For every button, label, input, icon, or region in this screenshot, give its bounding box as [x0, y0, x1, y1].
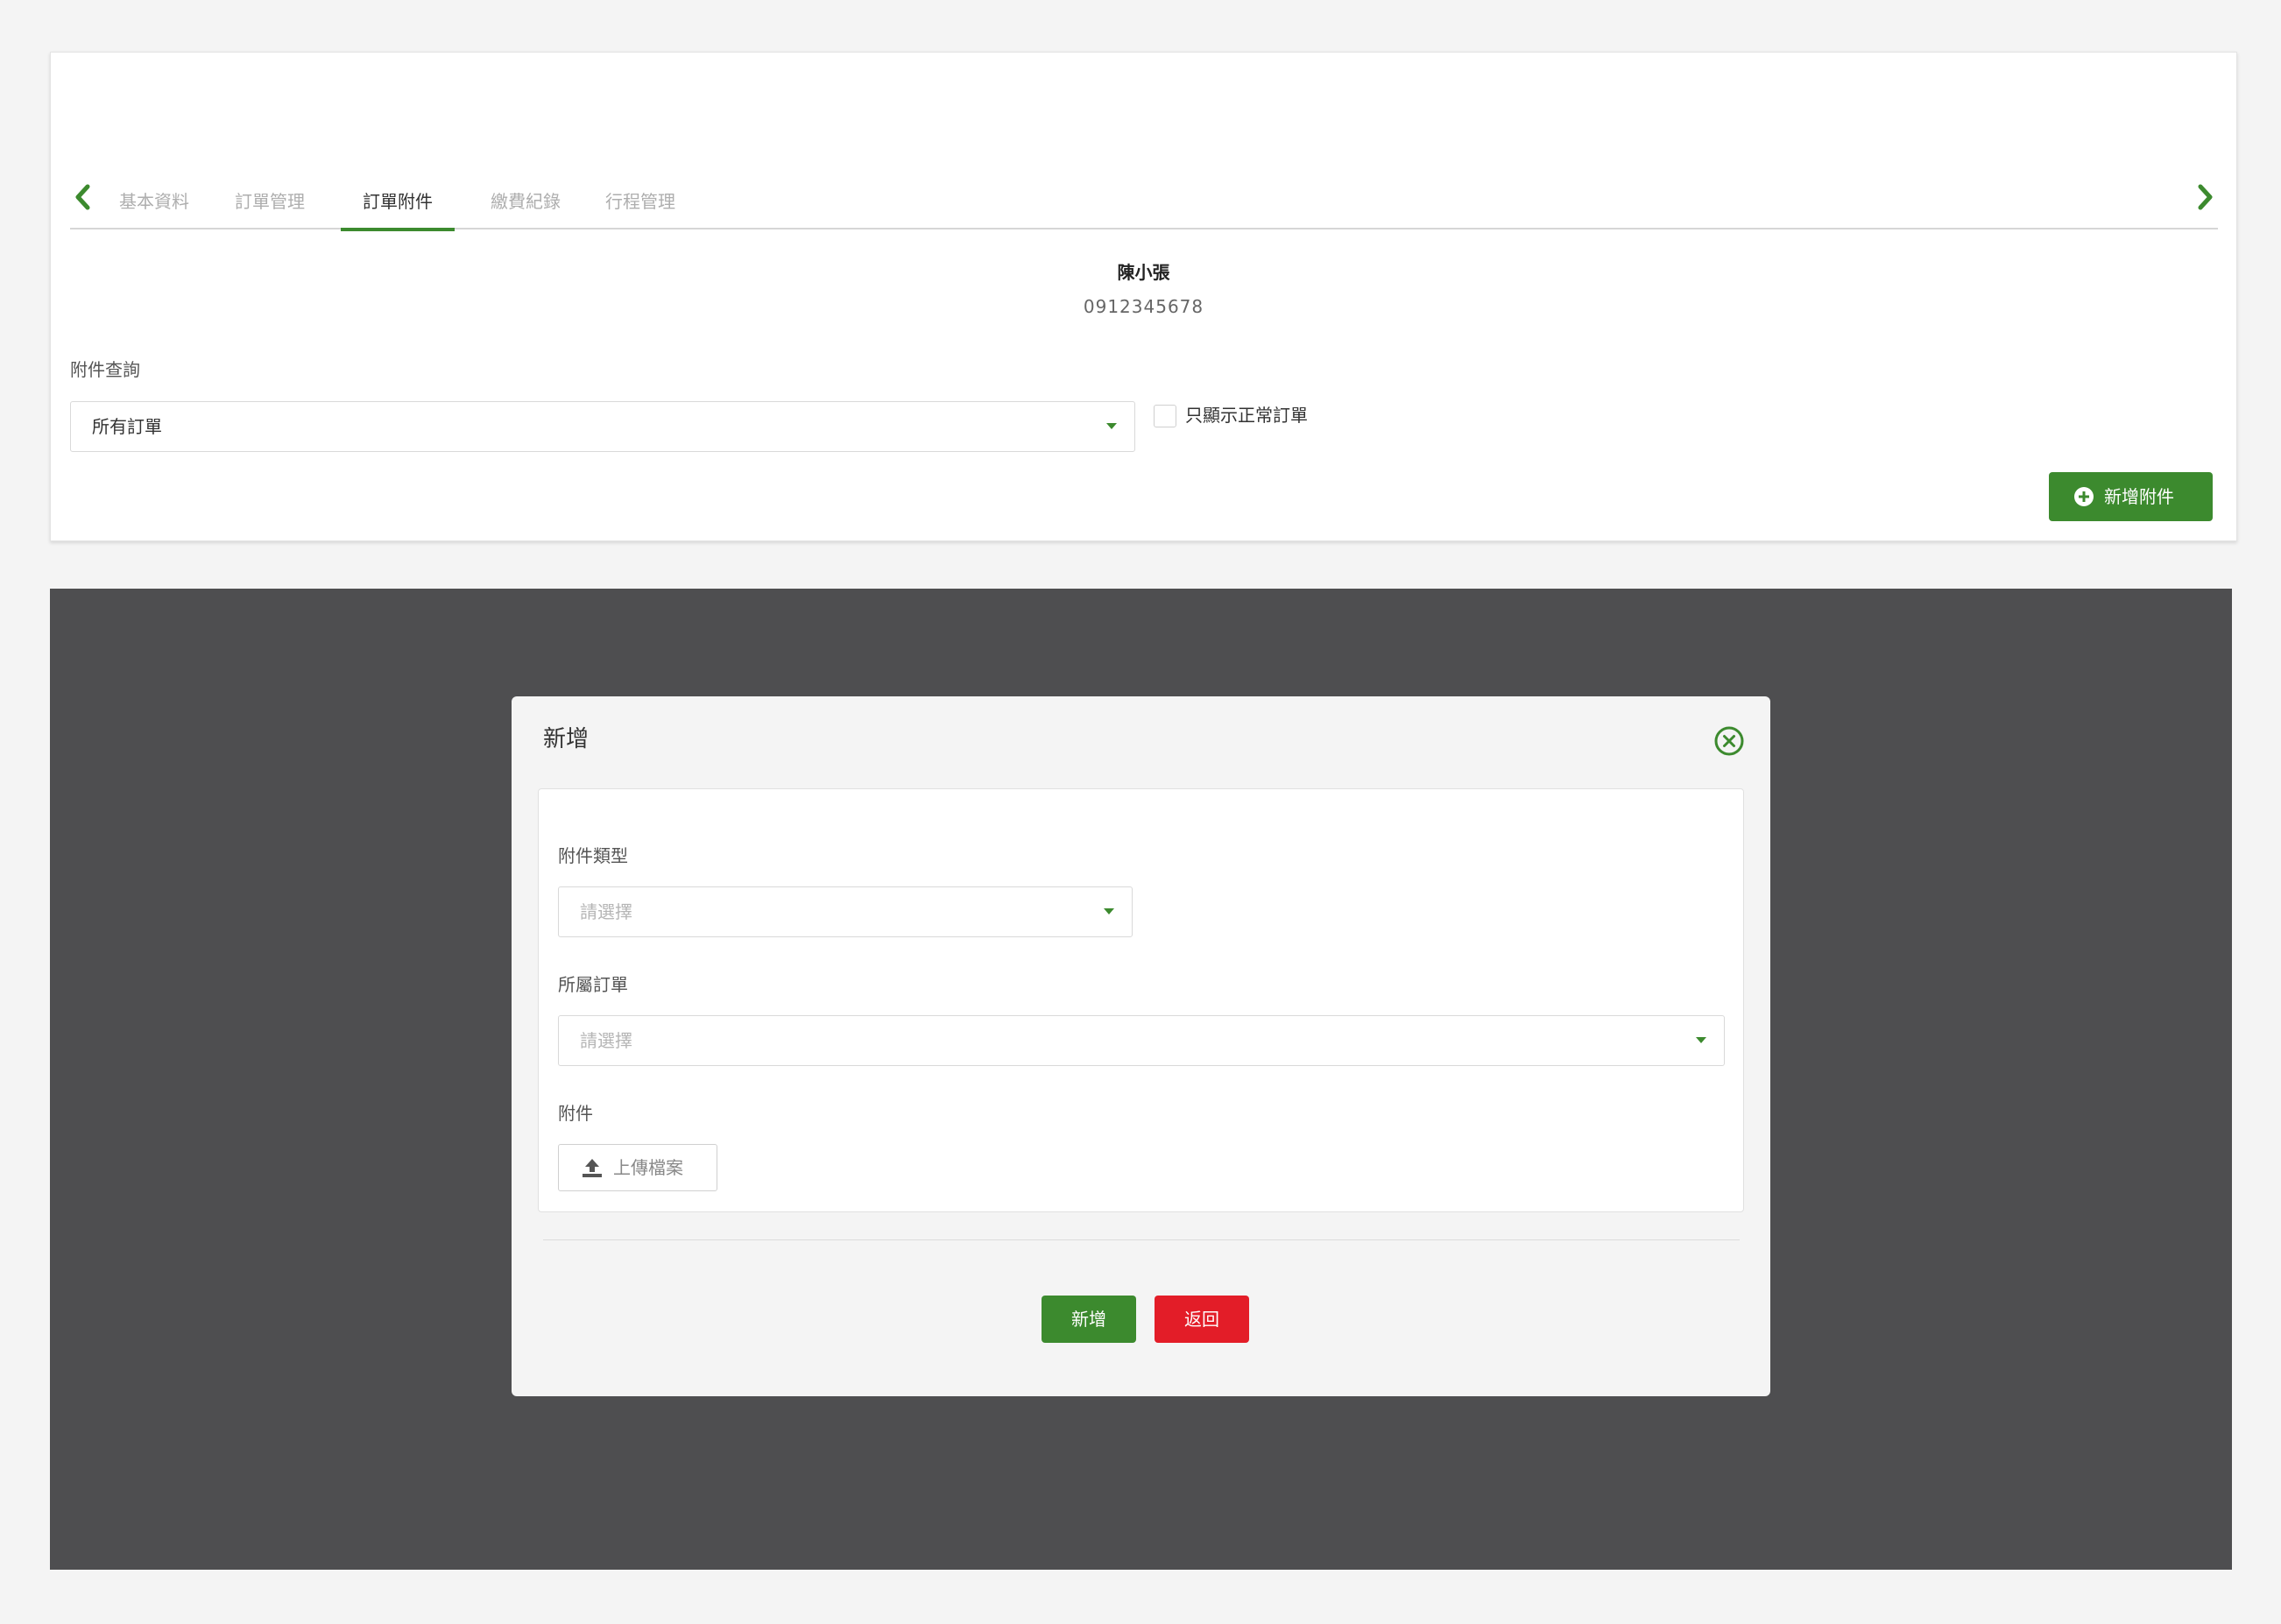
related-order-label: 所屬訂單 — [558, 974, 628, 995]
order-filter-value: 所有訂單 — [92, 416, 162, 437]
attachment-query-label: 附件查詢 — [70, 359, 140, 380]
upload-icon — [583, 1159, 602, 1177]
normal-orders-only-label: 只顯示正常訂單 — [1185, 405, 1308, 426]
caret-down-icon — [1106, 423, 1117, 429]
tab-order-attachments[interactable]: 訂單附件 — [341, 166, 455, 231]
related-order-placeholder: 請選擇 — [580, 1030, 632, 1051]
caret-down-icon — [1696, 1037, 1706, 1043]
upload-file-label: 上傳檔案 — [613, 1157, 683, 1178]
add-attachment-button[interactable]: 新增附件 — [2049, 472, 2213, 521]
attachment-type-label: 附件類型 — [558, 845, 628, 866]
caret-down-icon — [1104, 908, 1114, 914]
modal-divider — [543, 1239, 1740, 1240]
customer-phone: 0912345678 — [1083, 296, 1204, 317]
close-icon[interactable] — [1713, 725, 1745, 757]
tab-order-management[interactable]: 訂單管理 — [228, 166, 312, 229]
modal-form: 附件類型 請選擇 所屬訂單 請選擇 附件 上傳檔案 — [538, 788, 1744, 1212]
attachment-type-placeholder: 請選擇 — [580, 901, 632, 922]
attachment-label: 附件 — [558, 1103, 593, 1124]
tab-basic-info[interactable]: 基本資料 — [112, 166, 196, 229]
related-order-select[interactable]: 請選擇 — [558, 1015, 1725, 1066]
customer-name: 陳小張 — [1117, 262, 1170, 283]
plus-circle-icon — [2074, 487, 2094, 506]
tab-itinerary-management[interactable]: 行程管理 — [598, 166, 682, 229]
modal-title: 新增 — [543, 726, 590, 752]
add-attachment-modal: 新增 附件類型 請選擇 所屬訂單 請選擇 附件 上傳檔案 新增 返回 — [512, 696, 1770, 1396]
tab-scroll-right-button[interactable] — [2192, 182, 2218, 212]
upload-file-button[interactable]: 上傳檔案 — [558, 1144, 717, 1191]
attachment-type-select[interactable]: 請選擇 — [558, 886, 1133, 937]
normal-orders-only-checkbox[interactable] — [1154, 405, 1176, 427]
chevron-left-icon — [75, 184, 90, 210]
order-filter-select[interactable]: 所有訂單 — [70, 401, 1135, 452]
tab-bar: 基本資料 訂單管理 訂單附件 繳費紀錄 行程管理 — [70, 166, 2218, 231]
tab-payment-records[interactable]: 繳費紀錄 — [484, 166, 568, 229]
tab-scroll-left-button[interactable] — [70, 182, 96, 212]
add-attachment-label: 新增附件 — [2104, 486, 2174, 507]
chevron-right-icon — [2198, 184, 2213, 210]
confirm-add-button[interactable]: 新增 — [1042, 1296, 1136, 1343]
back-button[interactable]: 返回 — [1155, 1296, 1249, 1343]
attachment-card: 基本資料 訂單管理 訂單附件 繳費紀錄 行程管理 陳小張 0912345678 … — [50, 52, 2237, 541]
modal-overlay: 新增 附件類型 請選擇 所屬訂單 請選擇 附件 上傳檔案 新增 返回 — [50, 589, 2232, 1570]
